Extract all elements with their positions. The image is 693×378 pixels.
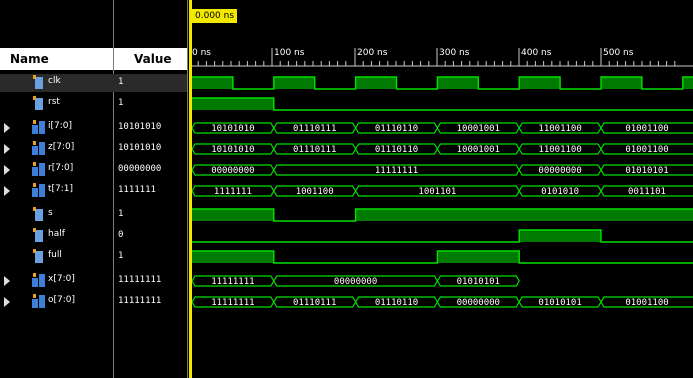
bit-high-region [601,77,642,89]
bus-value-label: 0101010 [541,187,579,197]
bit-high-region [355,209,693,221]
bus-value-label: 11001100 [538,124,581,134]
bus-value-label: 00000000 [211,166,254,176]
ruler-tick-label: 400 ns [521,48,552,58]
waveform-canvas[interactable]: 10101010 01110111 01110110 10001001 11001100… [0,0,693,378]
bus-value-label: 10101010 [211,124,254,134]
bus-value-label: 01110111 [293,298,336,308]
cursor-time-label: 0.000 ns [192,9,238,23]
bus-value-label: 01110111 [293,124,336,134]
bus-value-label: 01110110 [375,145,418,155]
bit-high-region [355,77,397,89]
bus-value-label: 11111111 [375,166,418,176]
bus-value-label: 01010101 [538,298,581,308]
waveform-viewer: Name Value clk 1 rst 1 i[7:0] 10101010 z[7:0] 1… [0,0,693,378]
bus-value-label: 00000000 [457,298,500,308]
bus-value-label: 11001100 [538,145,581,155]
ruler-tick-label: 300 ns [439,48,470,58]
bit-high-region [519,77,561,89]
ruler-tick-label: 200 ns [357,48,388,58]
bus-value-label: 11111111 [211,277,254,287]
bus-value-label: 0011101 [628,187,666,197]
bit-high-region [192,209,274,221]
bus-value-label: 1111111 [214,187,252,197]
bus-value-label: 01001100 [625,145,668,155]
bus-value-label: 10001001 [457,145,500,155]
bit-high-region [519,230,601,242]
bit-waveform [192,229,693,243]
bit-high-region [273,77,315,89]
bus-value-label: 1001101 [418,187,456,197]
bit-high-region [682,77,693,89]
bus-value-label: 01010101 [457,277,500,287]
bit-high-region [437,251,520,263]
bus-value-label: 10001001 [457,124,500,134]
bus-value-label: 1001100 [296,187,334,197]
bus-value-label: 00000000 [334,277,377,287]
bus-value-label: 01010101 [625,166,668,176]
bus-value-label: 01110111 [293,145,336,155]
ruler-tick-label: 100 ns [274,48,305,58]
bit-high-region [192,77,233,89]
bus-value-label: 10101010 [211,145,254,155]
bit-high-region [437,77,479,89]
bit-high-region [192,98,274,110]
bus-value-label: 11111111 [211,298,254,308]
bus-value-label: 01110110 [375,124,418,134]
ruler-tick-label: 500 ns [603,48,634,58]
ruler-tick-label: 0 ns [192,48,211,58]
bus-value-label: 01001100 [625,298,668,308]
bus-value-label: 00000000 [538,166,581,176]
bus-value-label: 01110110 [375,298,418,308]
bit-high-region [192,251,274,263]
bus-value-label: 01001100 [625,124,668,134]
